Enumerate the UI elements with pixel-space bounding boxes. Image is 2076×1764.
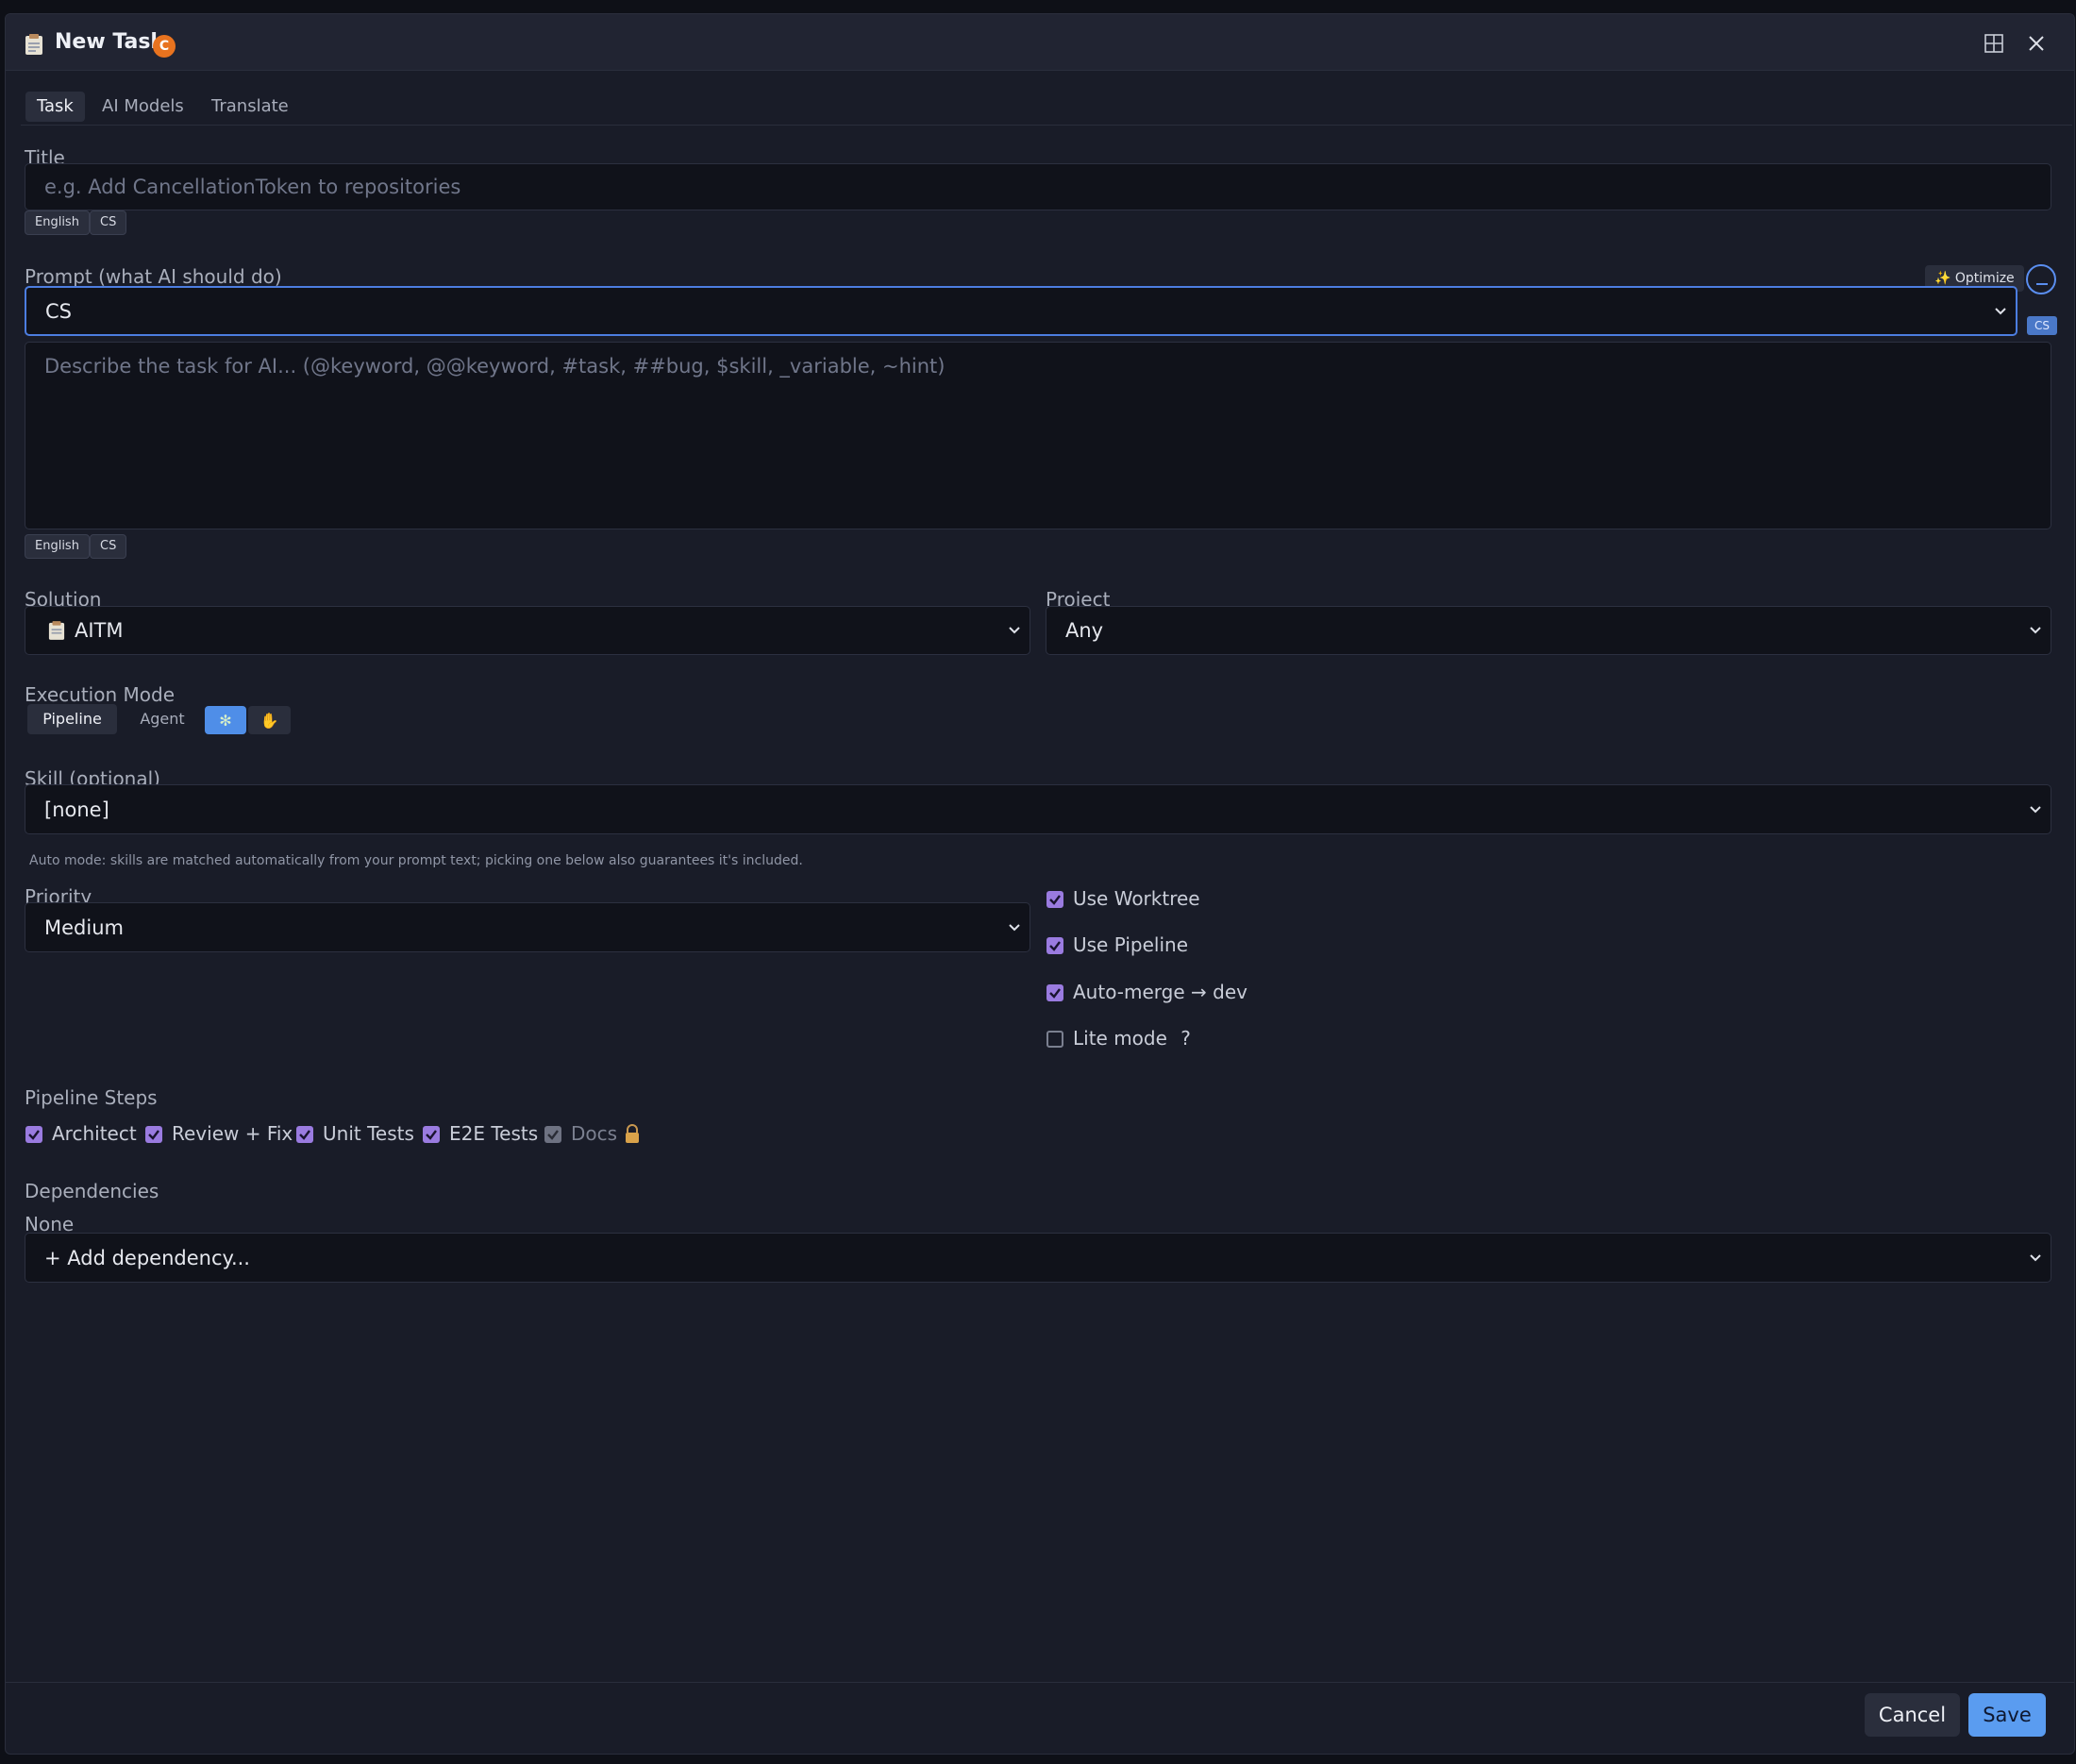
tab-translate[interactable]: Translate xyxy=(200,92,300,122)
lang-pill-english[interactable]: English xyxy=(25,210,90,235)
chevron-down-icon xyxy=(2030,1253,2041,1261)
close-icon[interactable] xyxy=(2024,31,2049,56)
skill-select[interactable]: [none] xyxy=(25,784,2051,834)
step-review-fix-checkbox[interactable] xyxy=(145,1126,162,1143)
tab-task[interactable]: Task xyxy=(25,92,85,122)
add-dependency-select[interactable]: + Add dependency... xyxy=(25,1233,2051,1283)
lang-pill-cs[interactable]: CS xyxy=(90,210,127,235)
step-architect-checkbox[interactable] xyxy=(25,1126,42,1143)
status-badge: C xyxy=(153,35,176,58)
step-docs-checkbox xyxy=(544,1126,561,1143)
lock-icon xyxy=(626,1124,639,1143)
puzzle-toggle[interactable]: ✻ xyxy=(205,706,246,734)
check-icon xyxy=(1049,941,1061,951)
priority-select[interactable]: Medium xyxy=(25,902,1030,952)
save-button[interactable]: Save xyxy=(1968,1693,2046,1737)
use-pipeline-checkbox[interactable] xyxy=(1046,937,1063,954)
tab-bar: Task AI Models Translate xyxy=(21,82,2072,126)
skill-hint: Auto mode: skills are matched automatica… xyxy=(29,853,803,868)
layout-grid-icon[interactable] xyxy=(1982,31,2006,56)
hand-toggle[interactable]: ✋ xyxy=(248,706,291,734)
chevron-down-icon xyxy=(1009,923,1020,931)
help-icon[interactable]: ? xyxy=(1180,1027,1191,1050)
check-icon xyxy=(426,1130,437,1140)
record-button[interactable] xyxy=(2026,264,2056,294)
underline-icon xyxy=(2036,283,2048,285)
puzzle-icon: ✻ xyxy=(219,712,232,730)
prompt-language-select[interactable]: CS xyxy=(25,286,2017,336)
clipboard-icon xyxy=(48,621,65,640)
step-unit-tests-label: Unit Tests xyxy=(323,1122,414,1145)
check-icon xyxy=(1049,895,1061,905)
step-review-fix-label: Review + Fix xyxy=(172,1122,293,1145)
hand-icon: ✋ xyxy=(260,712,279,730)
lang-pill-cs[interactable]: CS xyxy=(90,534,127,559)
pipeline-steps-label: Pipeline Steps xyxy=(25,1086,158,1109)
step-e2e-tests-checkbox[interactable] xyxy=(423,1126,440,1143)
dialog-title: New Task xyxy=(55,30,165,54)
step-architect-label: Architect xyxy=(52,1122,137,1145)
language-tag: CS xyxy=(2027,316,2057,335)
footer-divider xyxy=(6,1682,2074,1683)
dependencies-label: Dependencies xyxy=(25,1180,159,1202)
use-worktree-checkbox[interactable] xyxy=(1046,891,1063,908)
project-select[interactable]: Any xyxy=(1046,606,2051,655)
use-worktree-label: Use Worktree xyxy=(1073,887,1200,910)
prompt-textarea[interactable]: Describe the task for AI... (@keyword, @… xyxy=(25,342,2051,529)
chevron-down-icon xyxy=(1995,307,2006,314)
check-icon xyxy=(547,1130,559,1140)
prompt-label: Prompt (what AI should do) xyxy=(25,265,282,288)
lite-mode-label: Lite mode ? xyxy=(1073,1027,1191,1050)
solution-select[interactable]: AITM xyxy=(25,606,1030,655)
mode-pipeline-button[interactable]: Pipeline xyxy=(27,704,117,734)
cancel-button[interactable]: Cancel xyxy=(1865,1693,1960,1737)
execution-mode-label: Execution Mode xyxy=(25,683,175,706)
step-e2e-tests-label: E2E Tests xyxy=(449,1122,539,1145)
lang-pill-english[interactable]: English xyxy=(25,534,90,559)
title-bar: New Task C xyxy=(6,14,2074,71)
clipboard-icon xyxy=(25,34,42,55)
chevron-down-icon xyxy=(2030,805,2041,813)
auto-merge-label: Auto-merge → dev xyxy=(1073,981,1247,1003)
auto-merge-checkbox[interactable] xyxy=(1046,984,1063,1001)
use-pipeline-label: Use Pipeline xyxy=(1073,933,1188,956)
check-icon xyxy=(299,1130,310,1140)
check-icon xyxy=(148,1130,159,1140)
check-icon xyxy=(1049,988,1061,999)
sparkle-icon: ✨ xyxy=(1934,271,1951,286)
new-task-dialog: New Task C Task AI Models Translate Titl… xyxy=(5,13,2075,1755)
lite-mode-checkbox[interactable] xyxy=(1046,1031,1063,1048)
title-input[interactable]: e.g. Add CancellationToken to repositori… xyxy=(25,163,2051,210)
step-docs-label: Docs xyxy=(571,1122,618,1145)
chevron-down-icon xyxy=(2030,627,2041,634)
tab-ai-models[interactable]: AI Models xyxy=(91,92,195,122)
step-unit-tests-checkbox[interactable] xyxy=(296,1126,313,1143)
check-icon xyxy=(28,1130,40,1140)
chevron-down-icon xyxy=(1009,627,1020,634)
mode-agent-button[interactable]: Agent xyxy=(125,704,200,734)
